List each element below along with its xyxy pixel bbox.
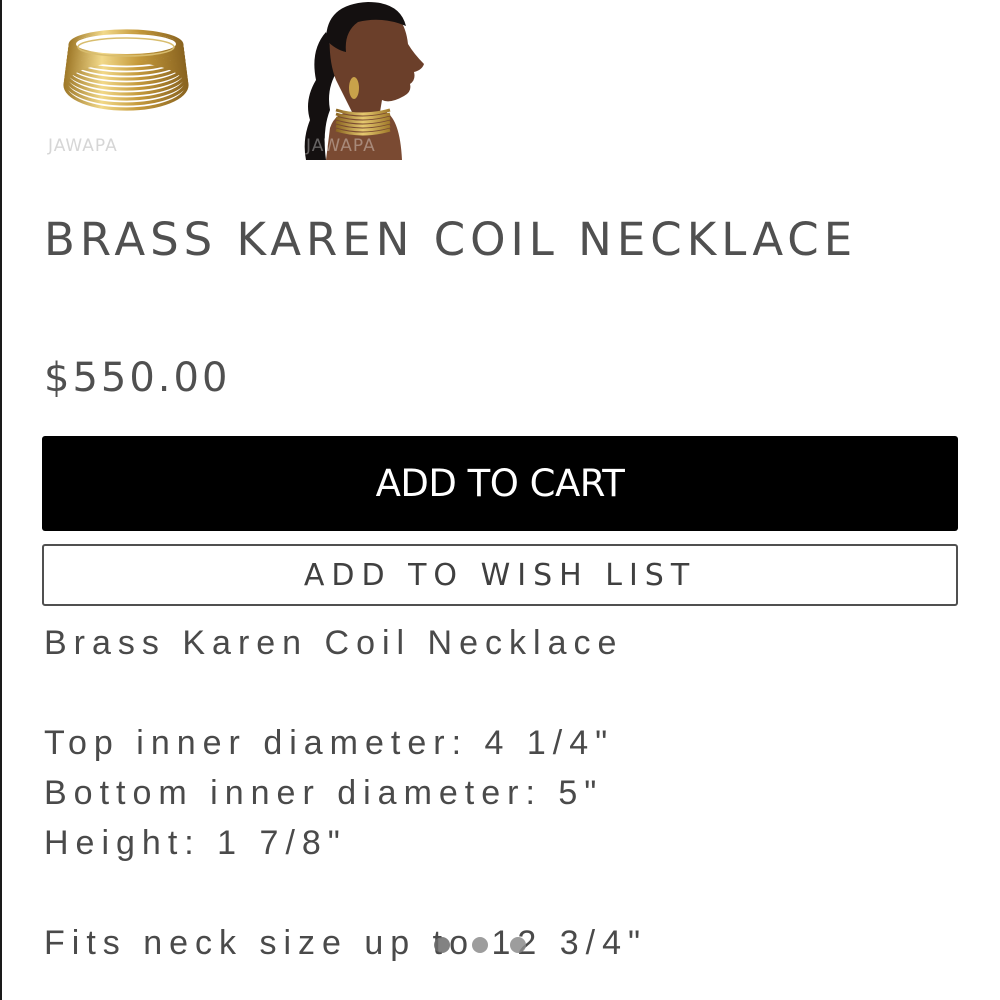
thumbnail-model-photo[interactable]: JAWAPA bbox=[296, 0, 456, 160]
carousel-dot-3[interactable] bbox=[510, 937, 526, 953]
description-bottom-diameter: Bottom inner diameter: 5" bbox=[44, 774, 604, 812]
description-fit: Fits neck size up to 12 3/4" bbox=[44, 924, 648, 962]
add-to-wish-list-button[interactable]: ADD TO WISH LIST bbox=[42, 544, 958, 606]
carousel-dot-1[interactable] bbox=[434, 937, 450, 953]
left-edge-line bbox=[0, 0, 2, 1000]
description-top-diameter: Top inner diameter: 4 1/4" bbox=[44, 724, 615, 762]
thumbnail-product-photo[interactable]: JAWAPA bbox=[44, 0, 204, 160]
description-height: Height: 1 7/8" bbox=[44, 824, 347, 862]
description-heading: Brass Karen Coil Necklace bbox=[44, 624, 624, 662]
product-title: BRASS KAREN COIL NECKLACE bbox=[44, 213, 858, 266]
watermark-text: JAWAPA bbox=[306, 136, 376, 156]
add-to-cart-button[interactable]: ADD TO CART bbox=[42, 436, 958, 531]
carousel-pagination bbox=[434, 935, 526, 955]
watermark-text: JAWAPA bbox=[48, 136, 118, 156]
product-price: $550.00 bbox=[44, 355, 231, 401]
carousel-dot-2[interactable] bbox=[472, 937, 488, 953]
